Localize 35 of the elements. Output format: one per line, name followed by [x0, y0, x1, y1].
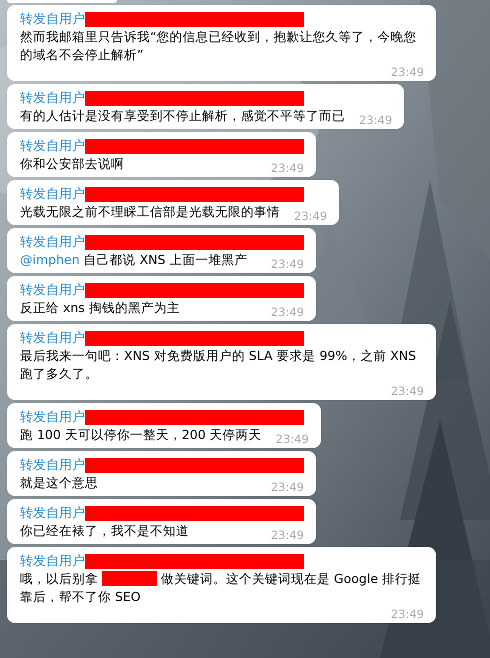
- message-text: @imphen 自己都说 XNS 上面一堆黑产: [20, 251, 248, 269]
- forwarded-from-label: 转发自用户: [20, 138, 85, 155]
- forwarded-from-label: 转发自用户: [20, 553, 85, 570]
- forwarded-from-label: 转发自用户: [20, 457, 85, 474]
- forwarded-from-label: 转发自用户: [20, 409, 85, 426]
- message-text: 跑 100 天可以停你一整天，200 天停两天: [20, 426, 262, 444]
- message-time: 23:49: [270, 162, 304, 175]
- redaction-bar: [102, 571, 157, 586]
- forwarded-from-label: 转发自用户: [20, 505, 85, 522]
- message-time: 23:49: [276, 433, 309, 446]
- message-time: 23:49: [270, 258, 304, 271]
- message-time: 23:49: [270, 481, 304, 494]
- message-time: 23:49: [294, 210, 328, 223]
- message-text: 就是这个意思: [20, 474, 98, 492]
- message-text: 最后我来一句吧：XNS 对免费版用户的 SLA 要求是 99%，之前 XNS 跑了多久了。: [20, 347, 418, 383]
- message-time: 23:49: [390, 66, 424, 79]
- message-text: 哦，以后别拿 做关键词。这个关键词现在是 Google 排行挺靠后，帮不了你 SEO: [20, 570, 422, 606]
- message-text: 你和公安部去说啊: [20, 155, 124, 173]
- message-text: 有的人估计是没有享受到不停止解析，感觉不平等了而已: [20, 107, 345, 125]
- forwarded-from-label: 转发自用户: [20, 186, 85, 203]
- message-text: 你已经在裱了，我不是不知道: [20, 522, 189, 540]
- message-time: 23:49: [390, 608, 424, 621]
- message-text: 光载无限之前不理睬工信部是光载无限的事情: [20, 203, 280, 221]
- message-text: 然而我邮箱里只告诉我“您的信息已经收到，抱歉让您久等了，今晚您的域名不会停止解析”: [20, 28, 418, 64]
- forwarded-from-label: 转发自用户: [20, 90, 85, 107]
- message-time: 23:49: [270, 529, 304, 542]
- forwarded-from-label: 转发自用户: [20, 234, 85, 251]
- message-time: 23:49: [270, 306, 304, 319]
- forwarded-from-label: 转发自用户: [20, 282, 85, 299]
- mention-link[interactable]: @imphen: [20, 252, 80, 267]
- message-text: 反正给 xns 掏钱的黑产为主: [20, 299, 180, 317]
- message-time: 23:49: [390, 385, 424, 398]
- message-time: 23:49: [359, 114, 392, 127]
- forwarded-from-label: 转发自用户: [20, 330, 85, 347]
- forwarded-from-label: 转发自用户: [20, 11, 85, 28]
